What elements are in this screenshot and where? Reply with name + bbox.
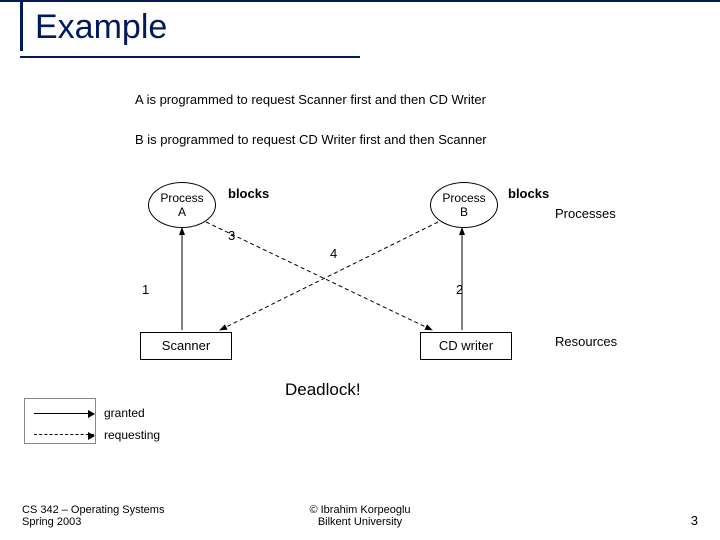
granted-arrow-icon bbox=[34, 413, 94, 414]
process-b-label2: B bbox=[431, 205, 497, 219]
resources-row-label: Resources bbox=[555, 334, 617, 349]
edge-label-4: 4 bbox=[330, 246, 337, 261]
blocks-label-b: blocks bbox=[508, 186, 549, 201]
process-a-label1: Process bbox=[149, 191, 215, 205]
blocks-label-a: blocks bbox=[228, 186, 269, 201]
legend-granted-label: granted bbox=[104, 406, 145, 420]
edge-label-2: 2 bbox=[456, 282, 463, 297]
processes-row-label: Processes bbox=[555, 206, 616, 221]
legend: granted requesting bbox=[34, 402, 160, 446]
legend-requesting-label: requesting bbox=[104, 428, 160, 442]
requesting-arrow-icon bbox=[34, 434, 94, 436]
process-a-node: Process A bbox=[148, 182, 216, 228]
legend-granted-row: granted bbox=[34, 402, 160, 424]
footer-center: © Ibrahim Korpeoglu Bilkent University bbox=[0, 504, 720, 528]
title-underline bbox=[20, 56, 360, 58]
edge-label-3: 3 bbox=[228, 228, 235, 243]
description-line-b: B is programmed to request CD Writer fir… bbox=[135, 132, 487, 147]
process-a-label2: A bbox=[149, 205, 215, 219]
legend-requesting-row: requesting bbox=[34, 424, 160, 446]
description-line-a: A is programmed to request Scanner first… bbox=[135, 92, 486, 107]
resource-cdwriter: CD writer bbox=[420, 332, 512, 360]
resource-scanner: Scanner bbox=[140, 332, 232, 360]
slide-title-block: Example bbox=[20, 2, 167, 51]
footer-university: Bilkent University bbox=[0, 516, 720, 528]
footer-page-number: 3 bbox=[691, 513, 698, 528]
slide-title: Example bbox=[35, 8, 167, 47]
deadlock-label: Deadlock! bbox=[285, 380, 361, 400]
process-b-label1: Process bbox=[431, 191, 497, 205]
footer-copyright: © Ibrahim Korpeoglu bbox=[0, 504, 720, 516]
diagram-stage: Process A Process B blocks blocks Proces… bbox=[0, 162, 720, 422]
process-b-node: Process B bbox=[430, 182, 498, 228]
edge-label-1: 1 bbox=[142, 282, 149, 297]
